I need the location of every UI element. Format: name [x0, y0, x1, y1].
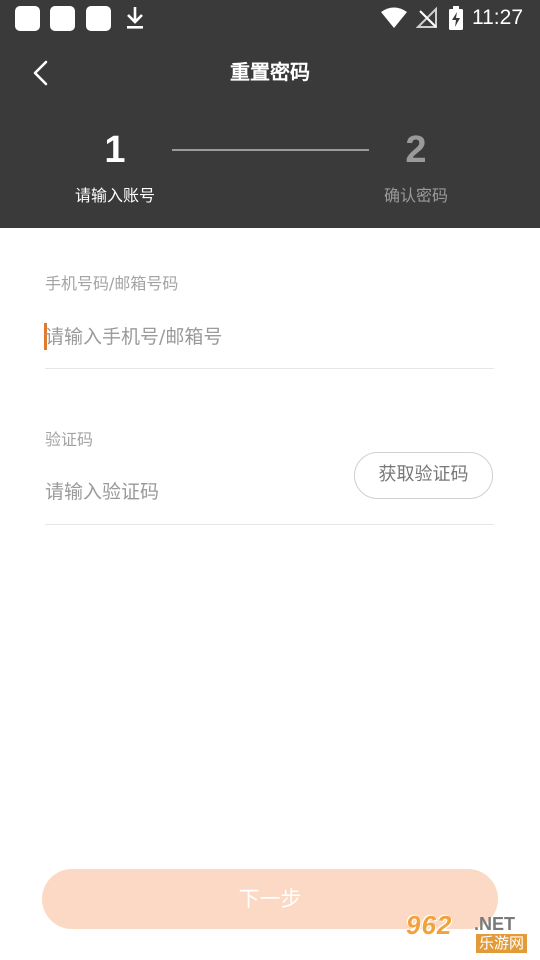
step-2-label: 确认密码: [383, 186, 448, 205]
header: 重置密码 1 2 请输入账号 确认密码: [0, 36, 540, 228]
watermark-suffix: .NET: [474, 914, 516, 934]
notification-square-icon: [86, 6, 111, 31]
get-code-button[interactable]: 获取验证码: [354, 452, 493, 499]
battery-charging-icon: [449, 6, 463, 30]
step-1-number: 1: [104, 129, 126, 171]
step-1-label: 请输入账号: [74, 186, 155, 205]
no-signal-icon: [416, 7, 437, 28]
step-2-number: 2: [405, 129, 427, 171]
account-input[interactable]: [45, 320, 494, 354]
page-title: 重置密码: [230, 60, 310, 84]
code-field-label: 验证码: [45, 430, 94, 449]
code-field-divider: [45, 524, 494, 525]
wifi-icon: [381, 7, 407, 28]
status-bar: 11:27: [0, 0, 540, 36]
watermark-logo: 962 .NET 乐游网: [400, 910, 540, 958]
watermark-sub: 乐游网: [476, 934, 528, 953]
notification-square-icon: [50, 6, 75, 31]
reset-password-screen: 11:27 重置密码 1 2 请输入账号 确认密码 手机号码/邮箱号码 验证码 …: [0, 0, 540, 960]
watermark-main: 962: [406, 910, 453, 940]
status-time: 11:27: [472, 6, 523, 29]
verification-code-input[interactable]: [45, 475, 335, 509]
download-icon: [127, 7, 143, 29]
account-field-divider: [45, 368, 494, 369]
account-field-label: 手机号码/邮箱号码: [45, 274, 179, 293]
step-connector: [172, 149, 369, 151]
notification-square-icon: [15, 6, 40, 31]
